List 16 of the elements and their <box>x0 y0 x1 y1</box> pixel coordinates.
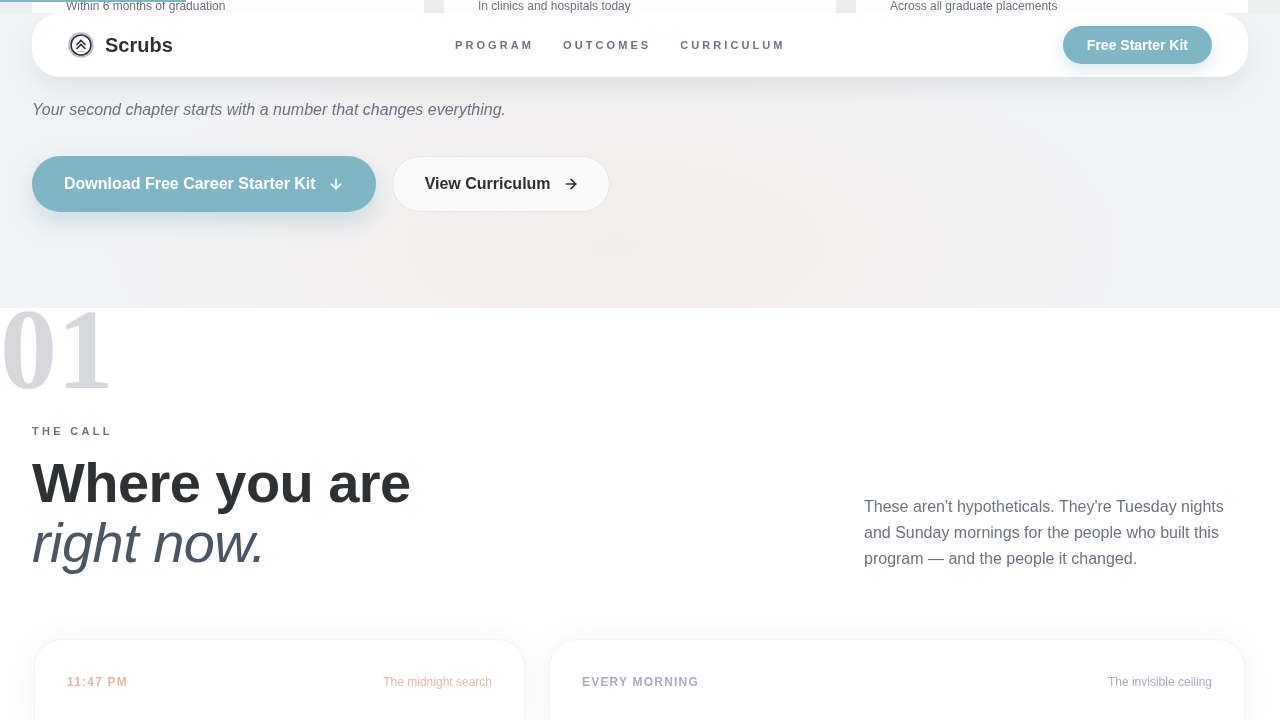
view-curriculum-button[interactable]: View Curriculum <box>391 156 610 212</box>
card-time-label: 11:47 PM <box>67 673 128 690</box>
hero-tagline: Your second chapter starts with a number that changes everything. <box>32 100 507 120</box>
nav-link[interactable]: CURRICULUM <box>680 36 786 54</box>
section-heading: Where you are right now. <box>32 452 411 573</box>
brand-name[interactable]: Scrubs <box>105 31 173 59</box>
nav-link[interactable]: PROGRAM <box>455 36 534 54</box>
card-tag: The midnight search <box>383 673 492 690</box>
card-tag: The invisible ceiling <box>1107 673 1212 690</box>
nav-link[interactable]: OUTCOMES <box>563 36 652 54</box>
stat-caption: In clinics and hospitals today <box>477 0 631 12</box>
section-intro: These aren't hypotheticals. They're Tuesday nights and Sunday mornings for the people who built this program — and the people it changed. <box>864 496 1225 569</box>
section-eyebrow: THE CALL <box>32 424 113 439</box>
double-chevron-logo-icon <box>68 32 94 58</box>
stat-caption: Across all graduate placements <box>889 0 1058 12</box>
card-time-label: EVERY MORNING <box>582 673 699 690</box>
